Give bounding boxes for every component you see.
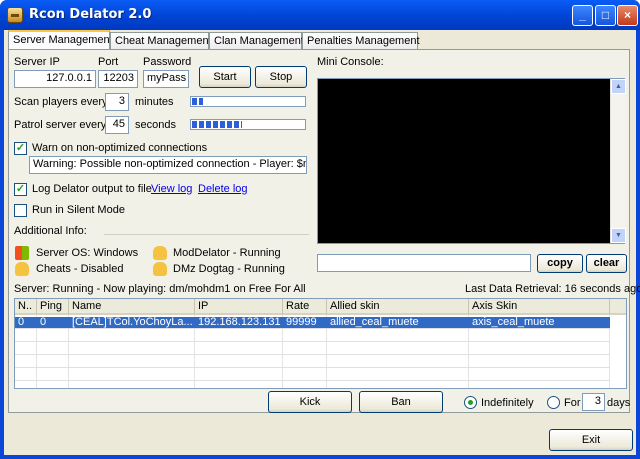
column-header[interactable]: Ping [37, 299, 69, 315]
cell-name: [CEAL]TCol.YoChoyLa... [72, 316, 193, 328]
mini-console[interactable]: ▲ ▼ [317, 78, 626, 244]
column-header[interactable]: Allied skin [327, 299, 469, 315]
column-header[interactable]: Rate [283, 299, 327, 315]
scroll-up-icon[interactable]: ▲ [611, 79, 626, 94]
exit-button[interactable]: Exit [549, 429, 633, 451]
tab-penalties-management[interactable]: Penalties Management [302, 32, 420, 49]
cell-ping: 0 [40, 316, 47, 328]
days-input[interactable]: 3 [582, 393, 605, 411]
column-header[interactable]: Axis Skin [469, 299, 610, 315]
silent-mode-label: Run in Silent Mode [32, 204, 125, 216]
cell-axis-skin: axis_ceal_muete [472, 316, 555, 328]
cell-rate: 99999 [286, 316, 317, 328]
windows-icon [15, 246, 29, 260]
indefinitely-label: Indefinitely [481, 397, 534, 409]
warn-message-input[interactable]: Warning: Possible non-optimized connecti… [29, 156, 307, 174]
table-row-empty [15, 330, 610, 342]
column-header[interactable]: Name [69, 299, 195, 315]
hand-icon [153, 246, 167, 260]
dmz-dogtag-text: DMz Dogtag - Running [173, 263, 285, 275]
tab-server-management[interactable]: Server Management [8, 30, 113, 50]
view-log-link[interactable]: View log [151, 183, 192, 195]
for-label: For [564, 397, 581, 409]
tab-cheat-management[interactable]: Cheat Management [110, 32, 212, 49]
minimize-button[interactable]: _ [572, 5, 593, 26]
server-management-panel: Server IP 127.0.0.1 Port 12203 Password … [8, 49, 640, 413]
table-row[interactable]: 0 0 [CEAL]TCol.YoChoyLa... 192.168.123.1… [15, 316, 610, 329]
column-header-filler [610, 299, 626, 315]
log-checkbox[interactable]: ✓ [14, 183, 27, 196]
scan-unit-label: minutes [135, 96, 174, 108]
indefinitely-radio[interactable] [464, 396, 477, 409]
cheats-text: Cheats - Disabled [36, 263, 124, 275]
cell-allied-skin: allied_ceal_muete [330, 316, 419, 328]
start-button[interactable]: Start [199, 66, 251, 88]
tab-clan-management[interactable]: Clan Management [209, 32, 304, 49]
server-os-text: Server OS: Windows [36, 247, 139, 259]
mini-console-label: Mini Console: [317, 56, 384, 68]
patrol-progress-bar [190, 119, 306, 130]
hand-icon [15, 262, 29, 276]
title-bar[interactable]: Rcon Delator 2.0 _ □ × [0, 0, 640, 30]
scroll-down-icon[interactable]: ▼ [611, 228, 626, 243]
password-label: Password [143, 56, 192, 68]
patrol-interval-input[interactable]: 45 [105, 116, 129, 134]
column-header[interactable]: IP [195, 299, 283, 315]
client-area: Server Management Cheat Management Clan … [4, 30, 640, 455]
kick-button[interactable]: Kick [268, 391, 352, 413]
clear-button[interactable]: clear [586, 254, 627, 273]
mod-delator-text: ModDelator - Running [173, 247, 281, 259]
for-days-radio[interactable] [547, 396, 560, 409]
ban-button[interactable]: Ban [359, 391, 443, 413]
table-row-empty [15, 369, 610, 381]
divider [104, 234, 309, 235]
console-input[interactable] [317, 254, 531, 272]
server-status-text: Server: Running - Now playing: dm/mohdm1… [14, 283, 306, 295]
cell-ip: 192.168.123.131 [198, 316, 281, 328]
silent-mode-checkbox[interactable] [14, 204, 27, 217]
password-input[interactable]: myPass [143, 70, 189, 88]
patrol-progress-fill [192, 121, 243, 128]
scan-label: Scan players every [14, 96, 108, 108]
copy-button[interactable]: copy [537, 254, 583, 273]
log-label: Log Delator output to file [32, 183, 152, 195]
console-scrollbar[interactable]: ▲ ▼ [610, 79, 626, 243]
scan-progress-bar [190, 96, 306, 107]
window-title: Rcon Delator 2.0 [29, 7, 152, 22]
hand-icon [153, 262, 167, 276]
port-label: Port [98, 56, 119, 68]
table-row-empty [15, 343, 610, 355]
additional-info-heading: Additional Info: [14, 225, 87, 237]
server-ip-input[interactable]: 127.0.0.1 [14, 70, 96, 88]
warn-checkbox[interactable]: ✓ [14, 142, 27, 155]
server-ip-label: Server IP [14, 56, 60, 68]
app-icon [7, 7, 23, 23]
port-input[interactable]: 12203 [98, 70, 138, 88]
players-table[interactable]: N.. Ping Name IP Rate Allied skin Axis S… [14, 298, 627, 389]
patrol-unit-label: seconds [135, 119, 176, 131]
warn-label: Warn on non-optimized connections [32, 142, 208, 154]
column-header[interactable]: N.. [15, 299, 37, 315]
table-row-empty [15, 356, 610, 368]
scan-progress-fill [192, 98, 204, 105]
delete-log-link[interactable]: Delete log [198, 183, 248, 195]
cell-number: 0 [18, 316, 25, 328]
days-label: days [607, 397, 631, 409]
last-retrieval-text: Last Data Retrieval: 16 seconds ago [465, 283, 640, 295]
app-window: Rcon Delator 2.0 _ □ × Server Management… [0, 0, 640, 459]
close-button[interactable]: × [617, 5, 638, 26]
scan-interval-input[interactable]: 3 [105, 93, 129, 111]
patrol-label: Patrol server every [14, 119, 107, 131]
stop-button[interactable]: Stop [255, 66, 307, 88]
maximize-button[interactable]: □ [595, 5, 616, 26]
